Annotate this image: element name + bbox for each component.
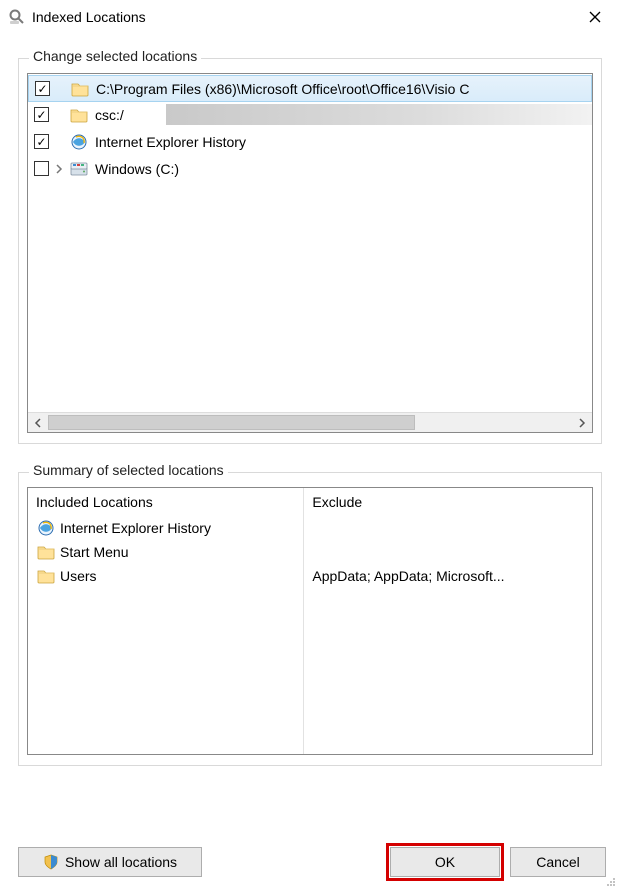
included-item-label: Start Menu <box>60 544 128 560</box>
included-item[interactable]: Internet Explorer History <box>36 516 295 540</box>
app-icon <box>8 8 26 26</box>
resize-grip[interactable] <box>603 874 617 888</box>
tree-checkbox[interactable]: ✓ <box>34 134 49 149</box>
shield-icon <box>43 854 59 870</box>
included-header: Included Locations <box>36 494 295 510</box>
close-button[interactable] <box>572 1 618 33</box>
cancel-button[interactable]: Cancel <box>510 847 606 877</box>
drive-icon <box>69 161 89 177</box>
cancel-label: Cancel <box>536 854 580 870</box>
tree-item[interactable]: ✓ C:\Program Files (x86)\Microsoft Office… <box>28 75 592 102</box>
exclude-cell <box>312 540 584 564</box>
show-all-label: Show all locations <box>65 854 177 870</box>
folder-icon <box>36 568 56 584</box>
folder-icon <box>36 544 56 560</box>
folder-icon <box>69 107 89 123</box>
change-locations-legend: Change selected locations <box>29 48 201 64</box>
included-item[interactable]: Users <box>36 564 295 588</box>
tree-expander[interactable] <box>53 164 65 174</box>
summary-group: Summary of selected locations Included L… <box>18 472 602 766</box>
button-row: Show all locations OK Cancel <box>18 847 606 877</box>
ie-icon <box>36 519 56 537</box>
included-column: Included Locations Internet Explorer His… <box>28 488 304 754</box>
titlebar: Indexed Locations <box>0 0 620 34</box>
included-item-label: Internet Explorer History <box>60 520 211 536</box>
tree-checkbox[interactable] <box>34 161 49 176</box>
folder-icon <box>70 81 90 97</box>
locations-tree[interactable]: ✓ C:\Program Files (x86)\Microsoft Office… <box>27 73 593 433</box>
tree-item-label: C:\Program Files (x86)\Microsoft Office\… <box>94 81 469 97</box>
tree-item-label: csc:/ <box>93 107 124 123</box>
tree-item[interactable]: ✓ Internet Explorer History <box>28 128 592 155</box>
summary-list[interactable]: Included Locations Internet Explorer His… <box>27 487 593 755</box>
tree-checkbox[interactable]: ✓ <box>34 107 49 122</box>
exclude-cell <box>312 516 584 540</box>
included-item-label: Users <box>60 568 97 584</box>
tree-item[interactable]: ✓ csc:/ <box>28 101 592 128</box>
ok-label: OK <box>435 854 455 870</box>
scroll-left-arrow[interactable] <box>28 413 48 433</box>
ie-icon <box>69 133 89 151</box>
change-locations-group: Change selected locations ✓C:\Program Fi… <box>18 58 602 444</box>
ok-button[interactable]: OK <box>390 847 500 877</box>
horizontal-scrollbar[interactable] <box>28 412 592 432</box>
scroll-track[interactable] <box>48 413 572 432</box>
tree-item-label: Internet Explorer History <box>93 134 246 150</box>
scroll-right-arrow[interactable] <box>572 413 592 433</box>
summary-legend: Summary of selected locations <box>29 462 228 478</box>
scroll-thumb[interactable] <box>48 415 415 430</box>
dialog-content: Change selected locations ✓ C:\Program Fi… <box>0 34 620 776</box>
tree-item[interactable]: Windows (C:) <box>28 155 592 182</box>
show-all-locations-button[interactable]: Show all locations <box>18 847 202 877</box>
tree-checkbox[interactable]: ✓ <box>35 81 50 96</box>
indexed-locations-dialog: Indexed Locations Change selected locati… <box>0 0 620 891</box>
exclude-cell: AppData; AppData; Microsoft... <box>312 564 584 588</box>
exclude-header: Exclude <box>312 494 584 510</box>
exclude-column: Exclude AppData; AppData; Microsoft... <box>304 488 592 754</box>
tree-item-label: Windows (C:) <box>93 161 179 177</box>
window-title: Indexed Locations <box>32 9 146 25</box>
included-item[interactable]: Start Menu <box>36 540 295 564</box>
